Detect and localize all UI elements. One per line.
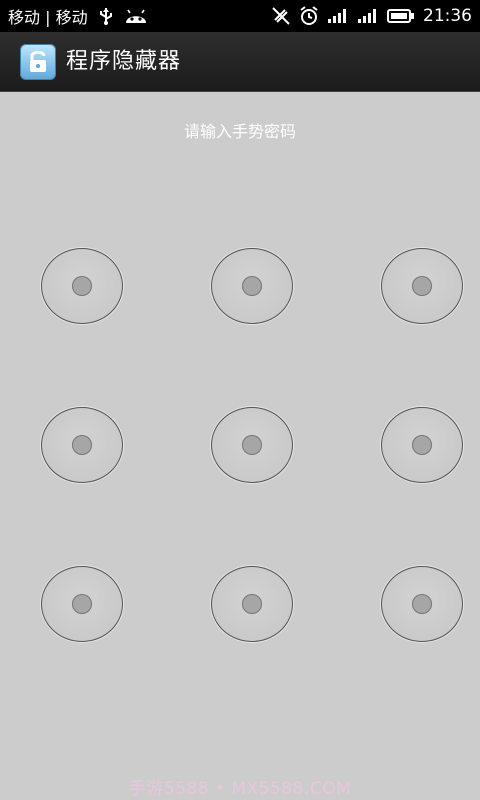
pattern-node-2[interactable] xyxy=(211,248,293,324)
pattern-node-9[interactable] xyxy=(381,566,463,642)
lock-icon[interactable] xyxy=(20,44,56,80)
pattern-node-dot xyxy=(242,276,262,296)
vibrate-icon xyxy=(271,6,291,26)
signal-icon xyxy=(357,8,379,24)
watermark: 手游5588 • MX5588.COM xyxy=(128,779,352,799)
alarm-icon xyxy=(299,6,319,26)
pattern-node-5[interactable] xyxy=(211,407,293,483)
pattern-node-8[interactable] xyxy=(211,566,293,642)
page-title: 程序隐藏器 xyxy=(66,49,182,74)
pattern-lock-screen: 请输入手势密码 xyxy=(0,92,480,800)
pattern-node-dot xyxy=(412,276,432,296)
pattern-node-dot xyxy=(242,594,262,614)
pattern-node-4[interactable] xyxy=(41,407,123,483)
pattern-node-7[interactable] xyxy=(41,566,123,642)
signal-icon xyxy=(327,8,349,24)
status-time: 21:36 xyxy=(423,6,472,26)
battery-icon xyxy=(387,8,415,24)
pattern-node-dot xyxy=(242,435,262,455)
carrier-label: 移动 | 移动 xyxy=(8,8,88,27)
pattern-node-6[interactable] xyxy=(381,407,463,483)
pattern-node-dot xyxy=(72,435,92,455)
action-bar: 程序隐藏器 xyxy=(0,32,480,92)
pattern-node-dot xyxy=(412,435,432,455)
pattern-node-dot xyxy=(412,594,432,614)
pattern-grid[interactable] xyxy=(0,92,480,800)
pattern-node-dot xyxy=(72,594,92,614)
pattern-node-3[interactable] xyxy=(381,248,463,324)
status-bar: 移动 | 移动 21:36 xyxy=(0,0,480,32)
pattern-node-1[interactable] xyxy=(41,248,123,324)
android-icon xyxy=(124,7,148,25)
pattern-node-dot xyxy=(72,276,92,296)
usb-icon xyxy=(98,7,114,25)
